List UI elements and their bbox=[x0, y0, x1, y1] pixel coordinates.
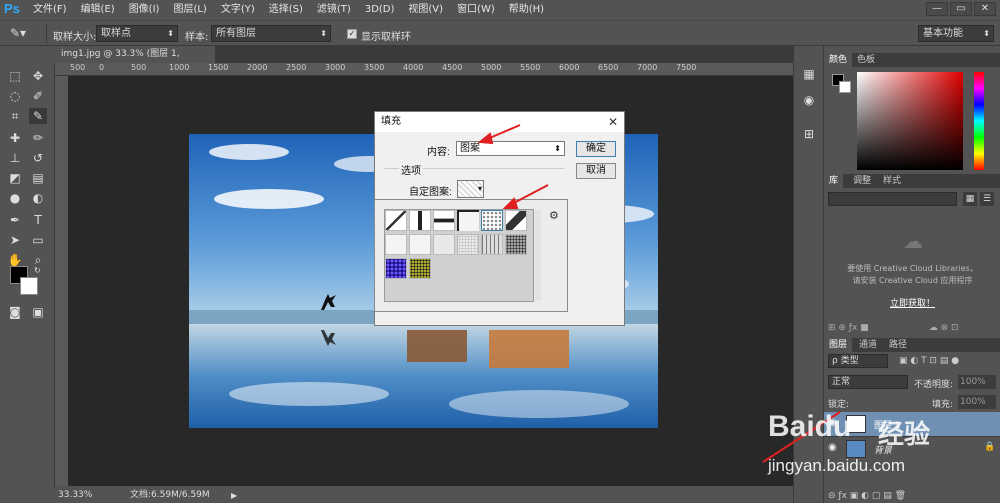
arrowhead bbox=[502, 197, 519, 209]
watermark-url: jingyan.baidu.com bbox=[768, 456, 906, 475]
watermark-brand: Baidu bbox=[768, 410, 852, 443]
baidu-watermark: Baidu 经验 jingyan.baidu.com bbox=[760, 410, 980, 480]
watermark-text: 经验 bbox=[878, 420, 931, 450]
arrowhead bbox=[477, 132, 494, 145]
